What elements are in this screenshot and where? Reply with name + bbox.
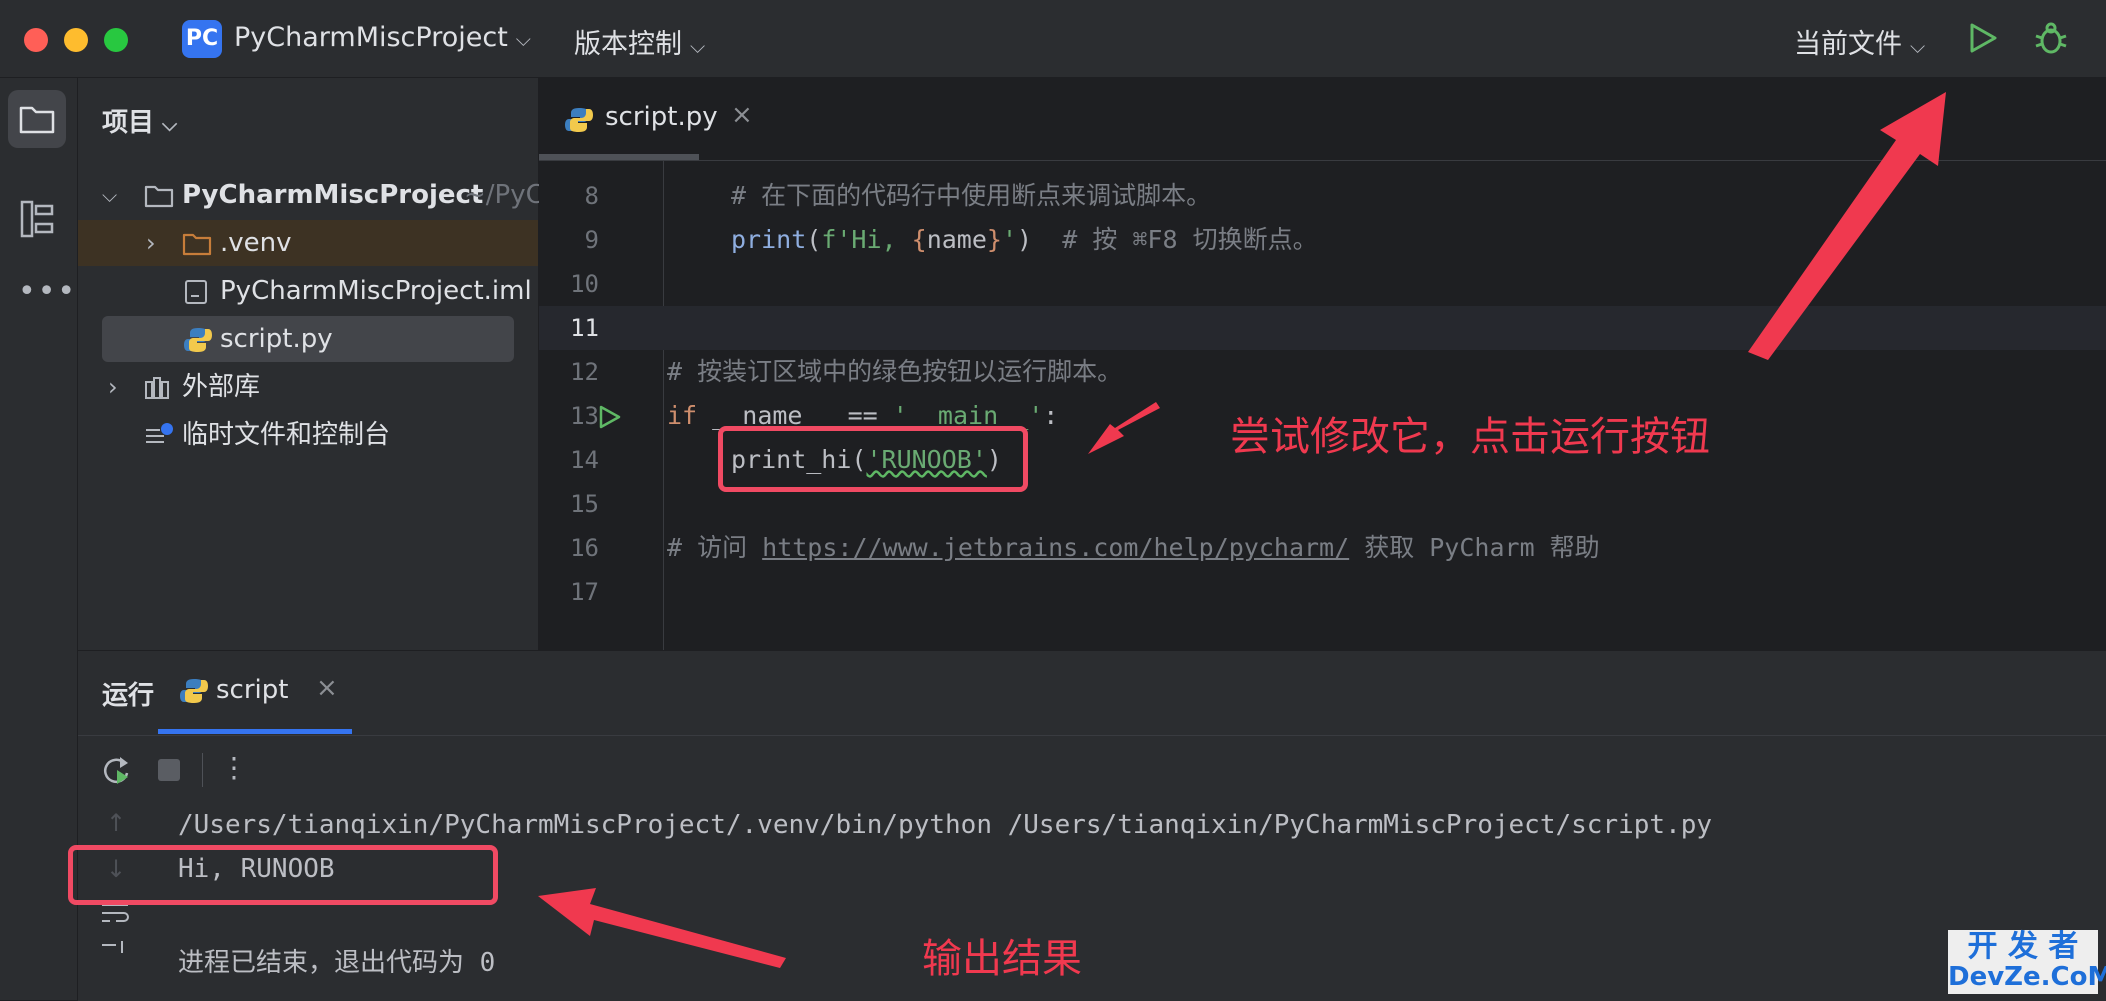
annotation-arrows: [538, 92, 1946, 968]
watermark-logo: 开 发 者 DevZe.CoM: [1948, 929, 2106, 994]
arrow-to-code-icon: [1088, 402, 1160, 454]
watermark-line2: DevZe.CoM: [1948, 962, 2106, 992]
watermark-line1: 开 发 者: [1967, 929, 2079, 964]
arrow-to-run-button-icon: [1748, 92, 1946, 360]
arrow-to-output-icon: [538, 888, 786, 968]
